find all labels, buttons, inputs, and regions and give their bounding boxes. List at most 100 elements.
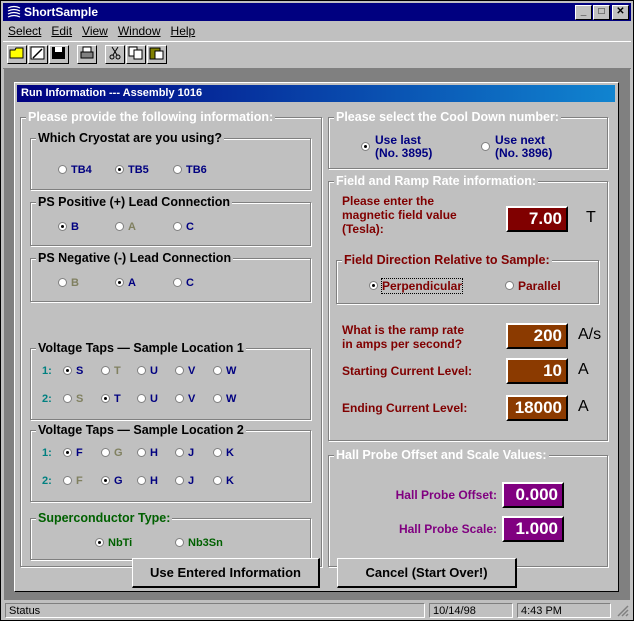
menu-view[interactable]: View — [77, 22, 113, 40]
cooldown-next-line2: (No. 3896) — [495, 146, 553, 160]
radio-neg-b[interactable]: B — [58, 277, 79, 289]
taps1-r1-w[interactable]: W — [213, 365, 236, 377]
radio-dot-selected — [101, 475, 110, 485]
taps2-r2-k[interactable]: K — [213, 475, 234, 487]
taps1-row1-label: 1: — [42, 365, 52, 377]
radio-dot — [175, 447, 184, 457]
start-current-unit: A — [578, 361, 589, 378]
taps2-row2-label: 2: — [42, 475, 52, 487]
radio-perpendicular[interactable]: Perpendicular — [369, 278, 464, 294]
radio-dot — [137, 393, 146, 403]
taps1-r1-t[interactable]: T — [101, 365, 121, 377]
copy-icon[interactable] — [126, 45, 146, 64]
open-folder-icon[interactable] — [7, 45, 27, 64]
cooldown-group: Please select the Cool Down number: Use … — [328, 110, 608, 169]
taps2-r1-g[interactable]: G — [101, 447, 123, 459]
radio-dot — [173, 164, 182, 174]
toolbar — [3, 41, 631, 69]
radio-tb4[interactable]: TB4 — [58, 164, 92, 176]
start-current-input[interactable]: 10 — [506, 358, 568, 384]
hall-offset-label: Hall Probe Offset: — [395, 488, 497, 502]
radio-pos-b[interactable]: B — [58, 221, 79, 233]
radio-neg-a[interactable]: A — [115, 277, 136, 289]
taps2-r1-h[interactable]: H — [137, 447, 158, 459]
window-title: ShortSample — [24, 5, 99, 19]
taps2-r1-k[interactable]: K — [213, 447, 234, 459]
taps2-r2-h[interactable]: H — [137, 475, 158, 487]
radio-cooldown-last[interactable]: Use last (No. 3895) — [361, 134, 432, 160]
menu-select[interactable]: Select — [3, 22, 46, 40]
radio-nb3sn[interactable]: Nb3Sn — [175, 537, 223, 549]
direction-group: Field Direction Relative to Sample: Perp… — [336, 253, 599, 304]
taps1-r1-v[interactable]: V — [175, 365, 195, 377]
taps2-r1-f[interactable]: F — [63, 447, 83, 459]
taps2-r1-j[interactable]: J — [175, 447, 194, 459]
menu-edit[interactable]: Edit — [46, 22, 77, 40]
paste-icon[interactable] — [147, 45, 167, 64]
hall-offset-input[interactable]: 0.000 — [502, 482, 564, 508]
taps1-r2-w[interactable]: W — [213, 393, 236, 405]
radio-tb6[interactable]: TB6 — [173, 164, 207, 176]
radio-dot-selected — [115, 164, 124, 174]
radio-neg-c[interactable]: C — [173, 277, 194, 289]
radio-pos-a[interactable]: A — [115, 221, 136, 233]
radio-dot — [173, 221, 182, 231]
taps1-r2-t[interactable]: T — [101, 393, 121, 405]
radio-dot — [213, 447, 222, 457]
radio-dot — [101, 365, 110, 375]
print-icon[interactable] — [77, 45, 97, 64]
taps1-r2-s[interactable]: S — [63, 393, 83, 405]
end-current-input[interactable]: 18000 — [506, 395, 568, 421]
run-information-dialog: Run Information --- Assembly 1016 Please… — [14, 82, 619, 592]
taps1-r1-s[interactable]: S — [63, 365, 83, 377]
cancel-start-over-button[interactable]: Cancel (Start Over!) — [337, 558, 517, 588]
radio-dot — [137, 475, 146, 485]
end-current-unit: A — [578, 398, 589, 415]
radio-nbti[interactable]: NbTi — [95, 537, 132, 549]
minimize-button[interactable]: _ — [575, 5, 592, 20]
save-icon[interactable] — [49, 45, 69, 64]
dialog-title: Run Information --- Assembly 1016 — [21, 87, 203, 99]
radio-dot — [505, 281, 514, 291]
radio-tb5[interactable]: TB5 — [115, 164, 149, 176]
taps2-r2-g[interactable]: G — [101, 475, 123, 487]
radio-cooldown-next[interactable]: Use next (No. 3896) — [481, 134, 552, 160]
end-current-label: Ending Current Level: — [342, 401, 468, 415]
start-current-label: Starting Current Level: — [342, 364, 473, 378]
menu-bar: Select Edit View Window Help — [3, 22, 200, 40]
use-entered-information-button[interactable]: Use Entered Information — [132, 558, 320, 588]
hall-scale-input[interactable]: 1.000 — [502, 516, 564, 542]
taps2-r2-j[interactable]: J — [175, 475, 194, 487]
hall-probe-group: Hall Probe Offset and Scale Values: Hall… — [328, 448, 608, 567]
taps1-r1-u[interactable]: U — [137, 365, 158, 377]
radio-dot — [63, 393, 72, 403]
radio-dot-selected — [63, 447, 72, 457]
ramp-unit: A/s — [578, 326, 602, 343]
ramp-rate-input[interactable]: 200 — [506, 323, 568, 349]
radio-parallel[interactable]: Parallel — [505, 279, 561, 293]
field-value-input[interactable]: 7.00 — [506, 206, 568, 232]
cooldown-last-line2: (No. 3895) — [375, 146, 433, 160]
edit-icon[interactable] — [28, 45, 48, 64]
superconductor-group: Superconductor Type: NbTi Nb3Sn — [30, 511, 311, 560]
radio-dot — [63, 475, 72, 485]
menu-window[interactable]: Window — [113, 22, 166, 40]
taps1-r2-v[interactable]: V — [175, 393, 195, 405]
menu-help[interactable]: Help — [166, 22, 201, 40]
field-prompt: Please enter the magnetic field value (Tes… — [342, 194, 457, 236]
superconductor-label: Superconductor Type: — [36, 511, 173, 525]
ps-negative-label: PS Negative (-) Lead Connection — [36, 251, 234, 265]
voltage-taps-1-group: Voltage Taps — Sample Location 1 1: S T … — [30, 341, 311, 420]
maximize-button[interactable]: □ — [593, 5, 610, 20]
field-ramp-group: Field and Ramp Rate information: Please … — [328, 174, 608, 441]
radio-dot-selected — [95, 537, 104, 547]
taps2-r2-f[interactable]: F — [63, 475, 83, 487]
close-button[interactable]: ✕ — [612, 5, 629, 20]
app-icon — [7, 5, 21, 18]
cut-icon[interactable] — [105, 45, 125, 64]
radio-dot-selected — [63, 365, 72, 375]
radio-pos-c[interactable]: C — [173, 221, 194, 233]
taps1-r2-u[interactable]: U — [137, 393, 158, 405]
radio-dot — [213, 365, 222, 375]
resize-grip-icon[interactable] — [616, 604, 629, 617]
